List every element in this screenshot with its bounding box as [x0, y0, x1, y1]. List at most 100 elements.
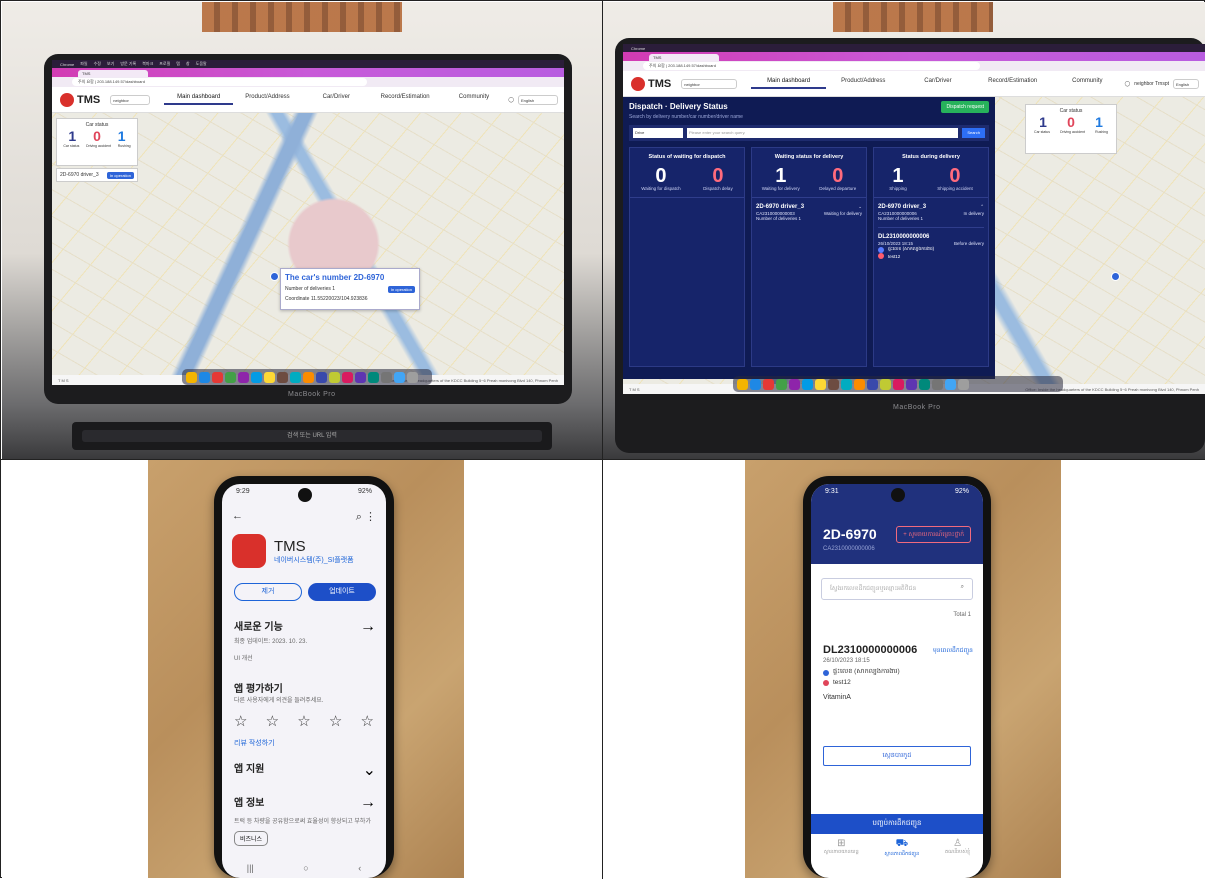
dock-app-icon[interactable]: [316, 371, 327, 383]
dock-app-icon[interactable]: [199, 371, 210, 383]
browser-tab[interactable]: TMS: [649, 54, 719, 61]
user-avatar-icon[interactable]: ◯: [1125, 81, 1131, 87]
chevron-down-icon[interactable]: ⌄: [858, 204, 862, 210]
dock-app-icon[interactable]: [290, 371, 301, 383]
menu-chrome[interactable]: Chrome: [631, 46, 645, 51]
dock-app-icon[interactable]: [225, 371, 236, 383]
dock-app-icon[interactable]: [802, 378, 813, 390]
vehicle-card[interactable]: 2D-6970 driver_3 ⌄ CA2310000000003 Waiting…: [756, 204, 862, 221]
tab-delivery-status[interactable]: ⛟ ស្ថានភាពដឹកជញ្ជូន: [884, 838, 919, 868]
nav-community[interactable]: Community: [440, 94, 509, 105]
arrow-right-icon[interactable]: →: [360, 794, 376, 812]
nav-record-estimation[interactable]: Record/Estimation: [975, 78, 1050, 89]
dock-app-icon[interactable]: [355, 371, 366, 383]
address-bar[interactable]: 주의 요함 | 203.188.149.57/dashboard: [52, 77, 564, 87]
vehicle-marker-icon[interactable]: [1111, 272, 1120, 281]
dock-app-icon[interactable]: [945, 378, 956, 390]
dock-app-icon[interactable]: [264, 371, 275, 383]
touchbar[interactable]: 검색 또는 URL 입력: [82, 430, 542, 442]
report-accident-button[interactable]: + សូមរាយការណ៍គ្រោះថ្នាក់: [896, 526, 971, 543]
dock-app-icon[interactable]: [381, 371, 392, 383]
nav-car-driver[interactable]: Car/Driver: [901, 78, 976, 89]
tms-logo[interactable]: TMS: [631, 76, 671, 91]
menu-file[interactable]: 파일: [80, 61, 87, 67]
search-button[interactable]: Search: [962, 128, 985, 138]
dock-app-icon[interactable]: [828, 378, 839, 390]
dock-app-icon[interactable]: [329, 371, 340, 383]
home-icon[interactable]: ○: [303, 863, 308, 873]
dock-app-icon[interactable]: [342, 371, 353, 383]
scan-barcode-button[interactable]: ស្កេនបារកូដ: [823, 746, 971, 766]
delivery-card[interactable]: DL2310000000006 មុនពេលដឹកជញ្ជូន 26/10/202…: [823, 644, 973, 701]
dock-app-icon[interactable]: [394, 371, 405, 383]
language-select[interactable]: English: [518, 94, 558, 105]
driver-row[interactable]: 2D-6970 driver_3 In operation: [56, 168, 138, 182]
stat-waiting-dispatch[interactable]: 0 Waiting for dispatch: [641, 166, 680, 191]
search-icon[interactable]: ⌕: [961, 584, 964, 594]
nav-main-dashboard[interactable]: Main dashboard: [164, 94, 234, 105]
dock-app-icon[interactable]: [737, 378, 748, 390]
menu-profile[interactable]: 프로필: [159, 61, 170, 67]
dock-app-icon[interactable]: [919, 378, 930, 390]
tab-my-account[interactable]: ♙ គណនីរបស់ខ្ញុំ: [945, 838, 970, 868]
more-vert-icon[interactable]: ⋮: [365, 511, 376, 523]
stat-delayed-departure[interactable]: 0 Delayed departure: [819, 166, 856, 191]
search-icon[interactable]: ⌕: [356, 511, 362, 523]
star-icon[interactable]: ☆: [297, 712, 310, 730]
menu-view[interactable]: 보기: [107, 61, 114, 67]
dock-app-icon[interactable]: [238, 371, 249, 383]
url-text[interactable]: 주의 요함 | 203.188.149.57/dashboard: [643, 62, 981, 70]
about-section[interactable]: 앱 정보 → 트럭 등 차량을 공유함으로써 효율성이 향상되고 부하가 비즈니스: [234, 794, 376, 846]
dock-app-icon[interactable]: [277, 371, 288, 383]
stat-dispatch-delay[interactable]: 0 Dispatch delay: [703, 166, 733, 191]
nav-product-address[interactable]: Product/Address: [826, 78, 901, 89]
menu-chrome[interactable]: Chrome: [60, 62, 74, 67]
company-dropdown[interactable]: neighbor: [681, 78, 738, 89]
nav-car-driver[interactable]: Car/Driver: [302, 94, 371, 105]
nav-record-estimation[interactable]: Record/Estimation: [371, 94, 440, 105]
stat-waiting-delivery[interactable]: 1 Waiting for delivery: [762, 166, 800, 191]
menu-edit[interactable]: 수정: [94, 61, 101, 67]
whats-new-section[interactable]: 새로운 기능 → 최종 업데이트: 2023. 10. 23. UI 개선: [234, 618, 376, 662]
url-text[interactable]: 주의 요함 | 203.188.149.57/dashboard: [72, 78, 368, 86]
address-bar[interactable]: 주의 요함 | 203.188.149.57/dashboard: [623, 61, 1205, 71]
dock-app-icon[interactable]: [815, 378, 826, 390]
search-input[interactable]: ស្វែងរកលេខដឹកជញ្ជូនឬឈ្មោះអតិថិជន ⌕: [821, 578, 973, 600]
dock-app-icon[interactable]: [854, 378, 865, 390]
vehicle-card[interactable]: 2D-6970 driver_3 ⌃ CA2310000000006 In deli…: [878, 204, 984, 259]
dock-app-icon[interactable]: [212, 371, 223, 383]
company-dropdown[interactable]: neighbor: [110, 94, 151, 105]
dock-app-icon[interactable]: [789, 378, 800, 390]
dispatch-request-button[interactable]: Dispatch request: [941, 101, 989, 113]
user-avatar-icon[interactable]: ◯: [508, 97, 514, 103]
uninstall-button[interactable]: 제거: [234, 583, 302, 601]
dock-app-icon[interactable]: [776, 378, 787, 390]
search-type-select[interactable]: Drive: [633, 128, 683, 138]
menu-window[interactable]: 창: [186, 61, 190, 67]
category-chip[interactable]: 비즈니스: [234, 831, 269, 846]
menu-tab[interactable]: 탭: [176, 61, 180, 67]
app-developer[interactable]: 네이버시스템(주)_SI플랫폼: [274, 555, 354, 565]
vehicle-marker-icon[interactable]: [270, 272, 279, 281]
dock-app-icon[interactable]: [368, 371, 379, 383]
browser-tab[interactable]: TMS: [78, 70, 148, 77]
dock-app-icon[interactable]: [906, 378, 917, 390]
tms-logo[interactable]: TMS: [60, 92, 100, 107]
dock-trash-icon[interactable]: [958, 378, 969, 390]
dock-app-icon[interactable]: [763, 378, 774, 390]
star-icon[interactable]: ☆: [329, 712, 342, 730]
star-icon[interactable]: ☆: [361, 712, 374, 730]
recents-icon[interactable]: |||: [247, 863, 254, 873]
dock-app-icon[interactable]: [750, 378, 761, 390]
dock-app-icon[interactable]: [893, 378, 904, 390]
stat-shipping[interactable]: 1 Shipping: [889, 166, 907, 191]
menu-history[interactable]: 방문 기록: [120, 61, 136, 67]
dock-app-icon[interactable]: [867, 378, 878, 390]
dock-app-icon[interactable]: [186, 371, 197, 383]
dock-trash-icon[interactable]: [407, 371, 418, 383]
search-input[interactable]: Please enter your search query.: [687, 128, 959, 138]
stat-shipping-accident[interactable]: 0 Shipping accident: [937, 166, 973, 191]
language-select[interactable]: English: [1173, 78, 1199, 89]
star-icon[interactable]: ☆: [234, 712, 247, 730]
tab-vehicle-status[interactable]: ⊞ ស្ថានភាពយានយន្ត: [824, 838, 859, 868]
